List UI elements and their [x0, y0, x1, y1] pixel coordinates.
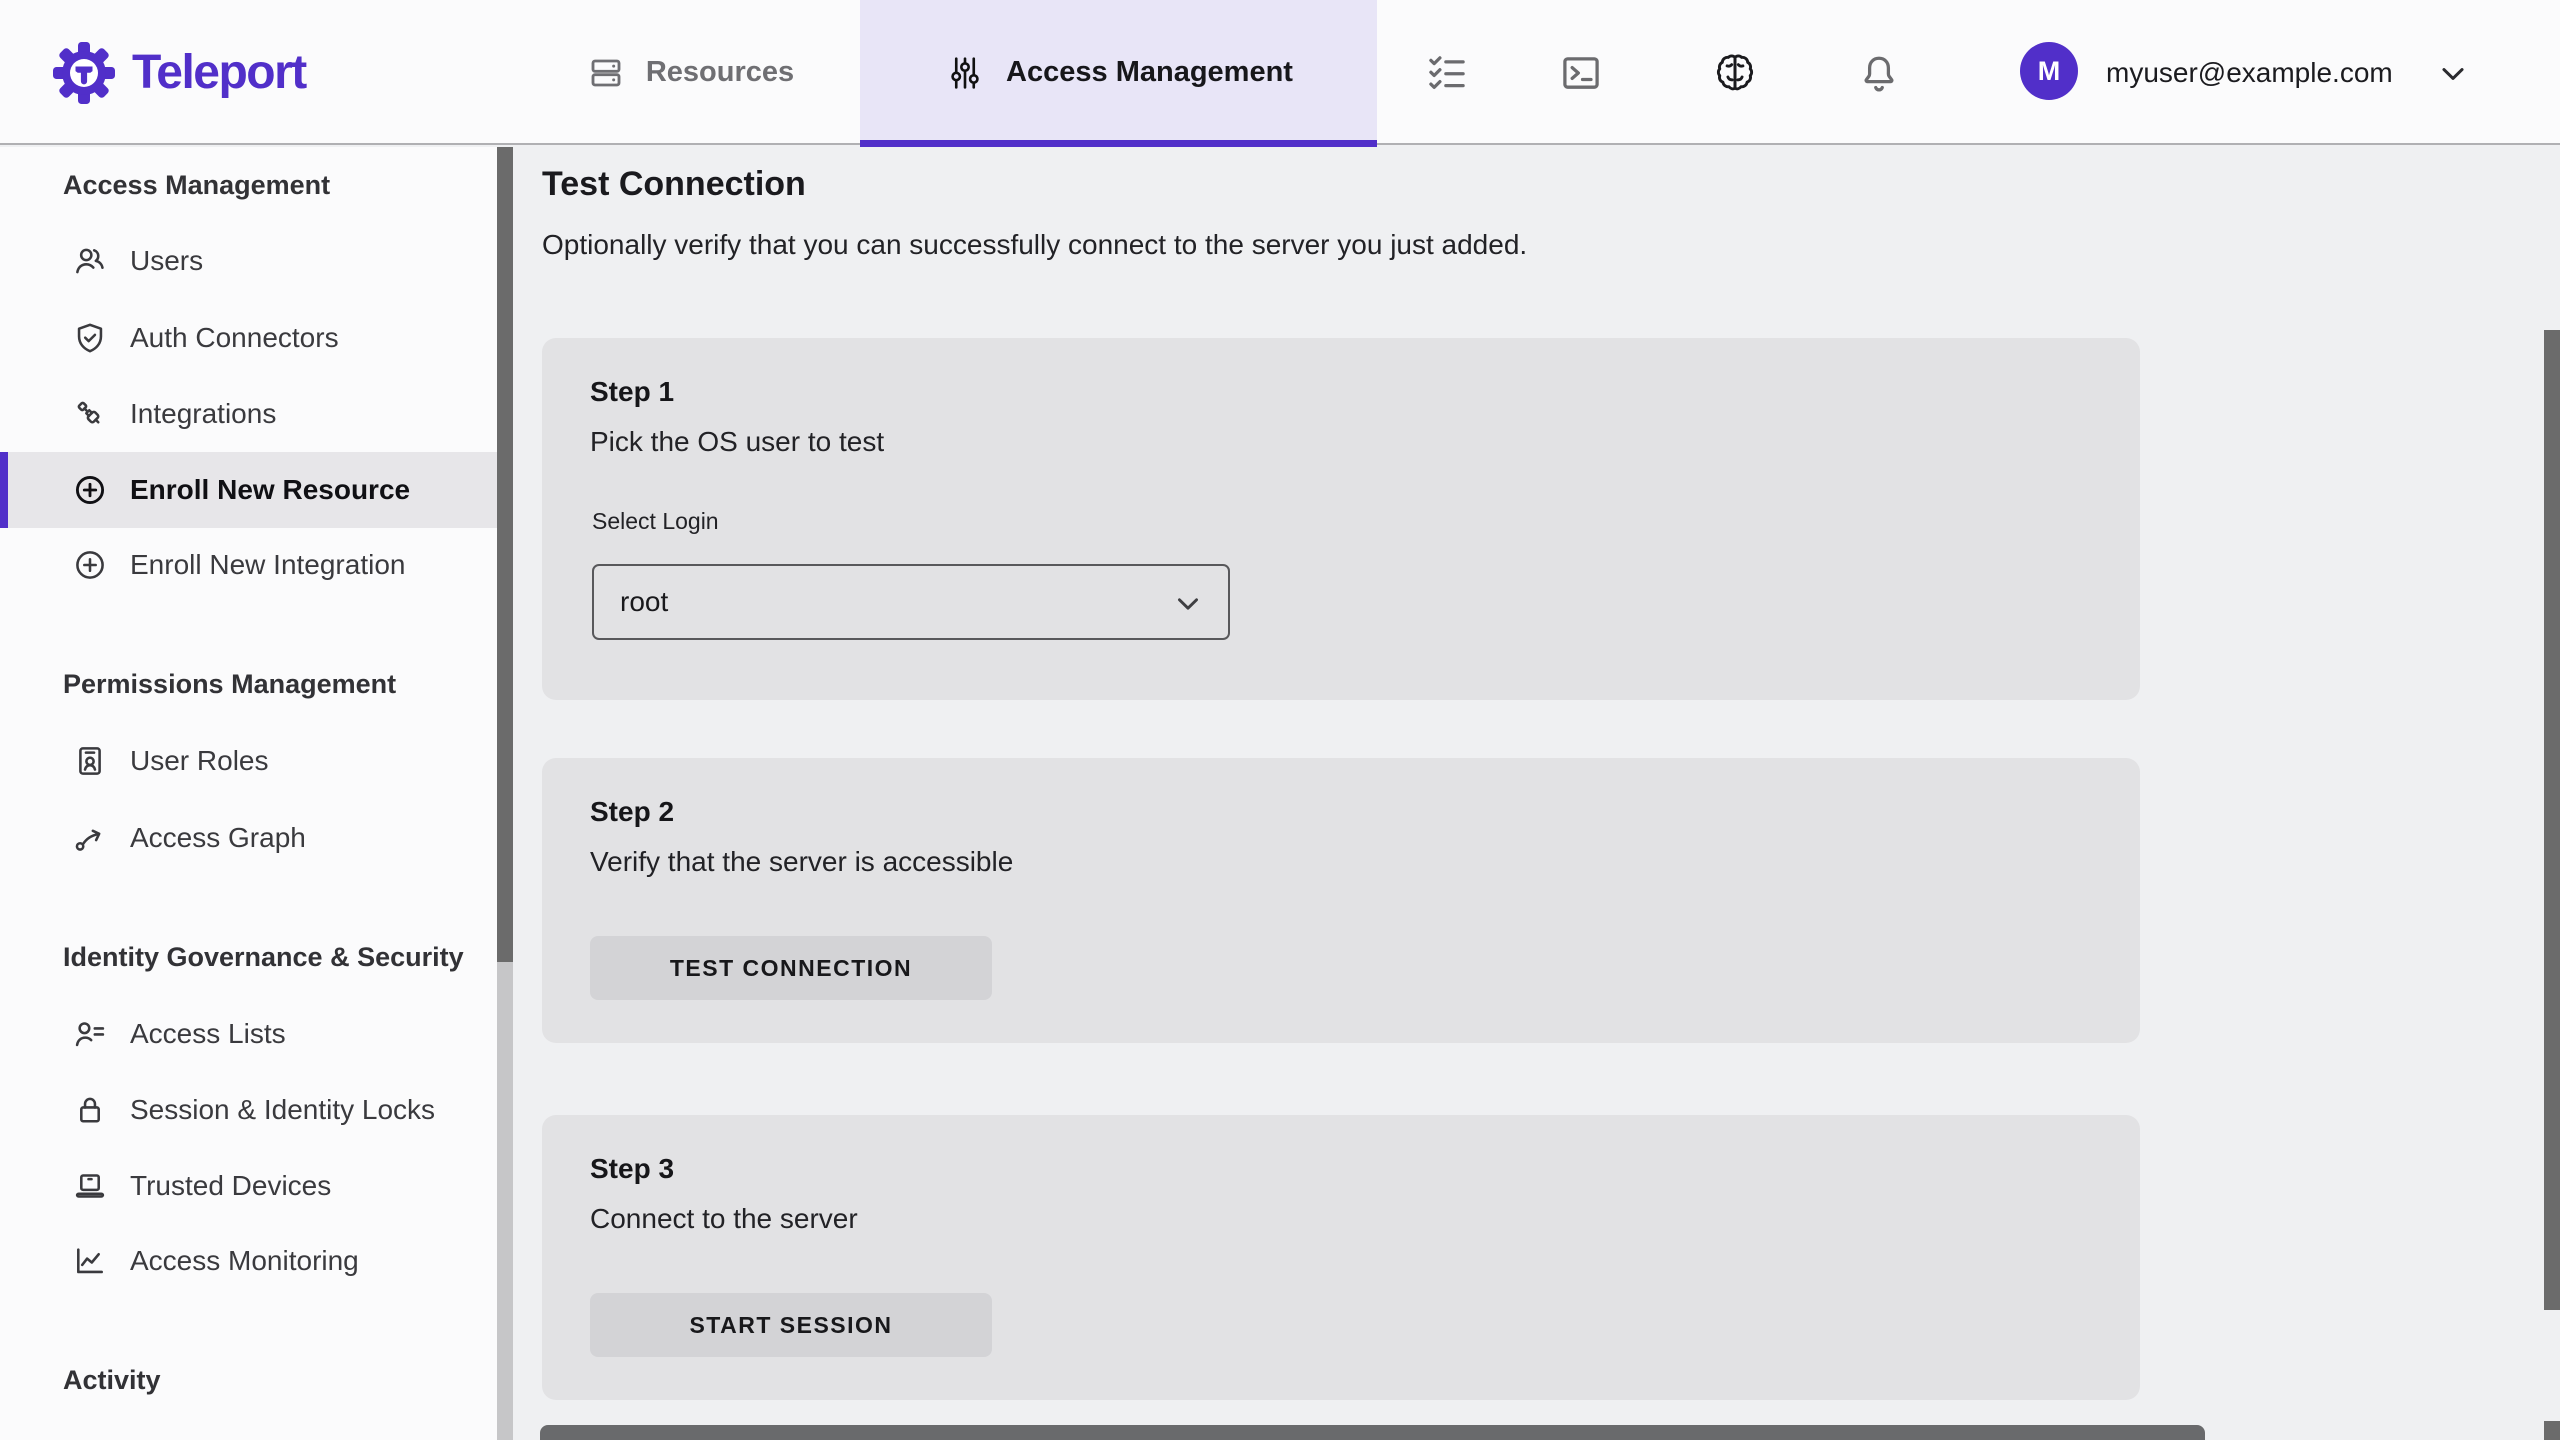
main-scrollbar-thumb[interactable] — [2544, 330, 2560, 1310]
teleport-logo[interactable]: Teleport — [52, 0, 307, 145]
sidebar-item-enroll-new-integration[interactable]: Enroll New Integration — [0, 527, 497, 603]
select-login-label: Select Login — [592, 508, 719, 534]
sidebar-item-label: Users — [130, 245, 204, 276]
user-avatar[interactable]: M — [2020, 42, 2078, 100]
sidebar-item-access-graph[interactable]: Access Graph — [0, 800, 497, 876]
sliders-icon — [951, 56, 979, 89]
terminal-icon — [1563, 57, 1599, 89]
main-content: Test Connection Optionally verify that y… — [513, 147, 2560, 1440]
teleport-app: Teleport Resources Access Management M m… — [0, 0, 2560, 1440]
avatar-initial: M — [2037, 55, 2061, 86]
sidebar-item-access-monitoring[interactable]: Access Monitoring — [0, 1223, 497, 1299]
tab-access-management[interactable]: Access Management — [860, 0, 1377, 147]
sidebar-section-access-management: Access Management — [63, 169, 331, 200]
id-card-icon — [79, 747, 101, 775]
plus-circle-icon — [75, 475, 105, 505]
step-2-card: Step 2 Verify that the server is accessi… — [542, 758, 2140, 1043]
chevron-down-icon — [2442, 68, 2464, 80]
test-connection-button[interactable]: TEST CONNECTION — [590, 936, 992, 1000]
sidebar-item-auth-connectors[interactable]: Auth Connectors — [0, 300, 497, 376]
step-1-card: Step 1 Pick the OS user to test Select L… — [542, 338, 2140, 700]
main-scrollbar-thumb-bottom[interactable] — [2544, 1421, 2560, 1440]
sidebar-section-permissions-management: Permissions Management — [63, 668, 397, 699]
sidebar-section-identity-governance: Identity Governance & Security — [63, 941, 464, 972]
sidebar-section-activity: Activity — [63, 1364, 161, 1395]
tasks-checklist-button[interactable] — [1424, 50, 1470, 96]
step-2-description: Verify that the server is accessible — [590, 846, 1014, 877]
lock-icon — [80, 1097, 100, 1123]
chevron-down-icon — [1170, 586, 1206, 622]
sidebar-item-integrations[interactable]: Integrations — [0, 376, 497, 452]
sidebar-item-enroll-new-resource[interactable]: Enroll New Resource — [0, 452, 497, 528]
trend-arrow-icon — [75, 829, 101, 851]
sidebar-item-label: Access Monitoring — [130, 1245, 359, 1276]
server-stack-icon — [591, 59, 621, 86]
plus-circle-icon — [76, 551, 104, 579]
step-3-description: Connect to the server — [590, 1203, 858, 1234]
sidebar-navigation: Access Management Users Auth Connectors — [0, 147, 513, 1440]
logo-wordmark: Teleport — [132, 46, 307, 99]
user-menu-toggle[interactable] — [2434, 55, 2472, 93]
assist-brain-icon — [1716, 54, 1754, 91]
sidebar-item-label: Enroll New Resource — [130, 474, 411, 505]
top-navigation-bar: Teleport Resources Access Management M m… — [0, 0, 2560, 147]
step-3-title: Step 3 — [590, 1153, 675, 1184]
page-title: Test Connection — [542, 165, 806, 203]
notifications-button[interactable] — [1856, 50, 1902, 96]
assist-button[interactable] — [1710, 48, 1760, 98]
tab-resources-label: Resources — [645, 56, 795, 88]
sidebar-item-access-lists[interactable]: Access Lists — [0, 996, 497, 1072]
step-3-card: Step 3 Connect to the server START SESSI… — [542, 1115, 2140, 1400]
person-list-icon — [75, 1022, 105, 1047]
login-select[interactable]: root — [592, 564, 1230, 640]
page-subtitle: Optionally verify that you can successfu… — [542, 229, 1528, 260]
sidebar-item-label: Trusted Devices — [130, 1170, 332, 1201]
sidebar-item-label: Auth Connectors — [130, 322, 339, 353]
terminal-panel-top — [540, 1425, 2205, 1440]
sidebar-item-label: Session & Identity Locks — [130, 1094, 436, 1125]
start-session-button[interactable]: START SESSION — [590, 1293, 992, 1357]
sidebar-item-label: User Roles — [130, 745, 269, 776]
tab-resources[interactable]: Resources — [540, 0, 840, 145]
sidebar-item-label: Enroll New Integration — [130, 549, 406, 580]
teleport-gear-icon — [53, 41, 115, 104]
plug-icon — [77, 401, 100, 424]
tasks-checklist-icon — [1429, 56, 1465, 90]
sidebar-item-trusted-devices[interactable]: Trusted Devices — [0, 1148, 497, 1224]
sidebar-scrollbar[interactable] — [497, 147, 513, 1440]
terminal-button[interactable] — [1558, 50, 1604, 96]
sidebar-scrollbar-thumb[interactable] — [497, 147, 513, 962]
sidebar-item-session-identity-locks[interactable]: Session & Identity Locks — [0, 1072, 497, 1148]
sidebar-item-label: Access Lists — [130, 1018, 286, 1049]
sidebar-item-users[interactable]: Users — [0, 223, 497, 299]
step-2-title: Step 2 — [590, 796, 675, 827]
sidebar-item-label: Access Graph — [130, 822, 306, 853]
sidebar-item-user-roles[interactable]: User Roles — [0, 723, 497, 799]
laptop-icon — [75, 1174, 105, 1198]
step-1-title: Step 1 — [590, 376, 675, 407]
sidebar-item-label: Integrations — [130, 398, 277, 429]
user-email: myuser@example.com — [2106, 56, 2393, 88]
login-select-value: root — [620, 586, 669, 617]
notifications-bell-icon — [1864, 56, 1894, 92]
step-1-description: Pick the OS user to test — [590, 426, 885, 457]
users-icon — [76, 248, 104, 274]
tab-access-management-label: Access Management — [1006, 56, 1293, 88]
shield-check-icon — [77, 323, 103, 353]
line-chart-icon — [77, 1248, 103, 1274]
